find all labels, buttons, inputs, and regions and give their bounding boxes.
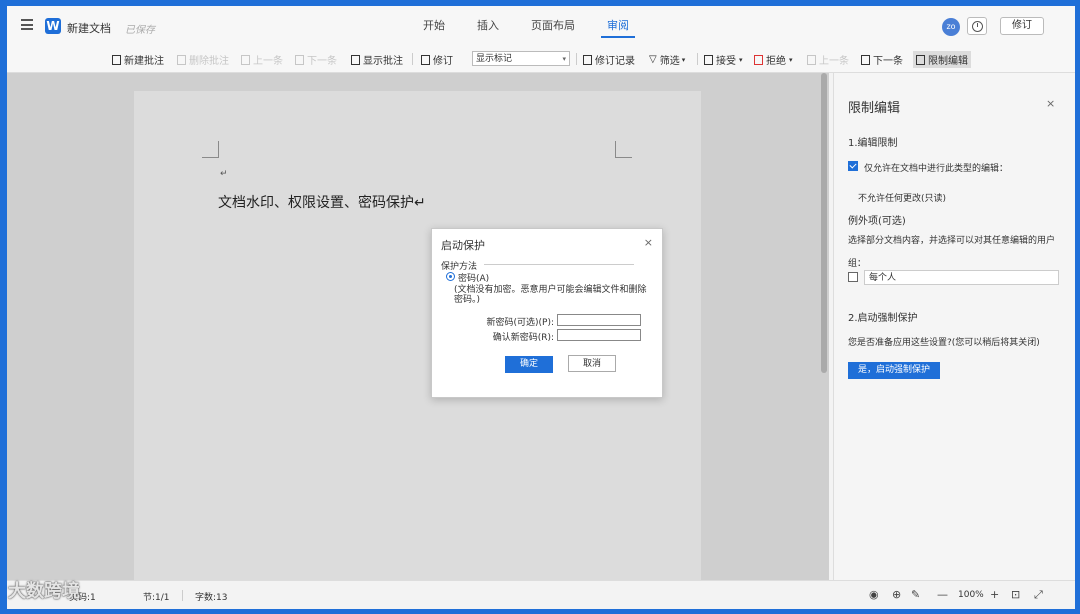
- chevron-down-icon: ▾: [562, 55, 566, 63]
- allow-only-label: 仅允许在文档中进行此类型的编辑：: [864, 164, 1009, 174]
- next-icon: [295, 54, 304, 65]
- edit-mode-value[interactable]: 不允许任何更改(只读): [858, 191, 946, 204]
- chevron-down-icon: ▾: [739, 55, 743, 64]
- tab-page-layout[interactable]: 页面布局: [515, 6, 591, 46]
- revise-icon: [421, 54, 430, 65]
- password-radio[interactable]: [446, 272, 455, 281]
- chevron-down-icon: ▾: [681, 55, 686, 64]
- check-icon: [704, 54, 713, 65]
- word-count[interactable]: 字数:13: [195, 590, 228, 603]
- tab-insert[interactable]: 插入: [461, 6, 515, 46]
- restrict-editing-panel: 限制编辑 × 1.编辑限制 仅允许在文档中进行此类型的编辑： 不允许任何更改(只…: [833, 73, 1075, 580]
- filter-icon: ▽: [649, 54, 657, 65]
- cancel-button[interactable]: 取消: [568, 355, 616, 372]
- markup-display-select[interactable]: 显示标记 ▾: [472, 51, 570, 66]
- section-indicator: 节:1/1: [143, 593, 170, 603]
- status-bar: 页码:1 节:1/1 字数:13 ◉ ⊕ ✎ — 100% + ⊡ ⤢: [7, 580, 1075, 609]
- accept-button[interactable]: 接受 ▾: [704, 52, 743, 67]
- ribbon-tabs: 开始 插入 页面布局 审阅: [407, 6, 645, 46]
- new-password-input[interactable]: [557, 314, 641, 326]
- margin-marker: [202, 141, 219, 158]
- exceptions-title: 例外项(可选): [848, 216, 906, 227]
- prev-change-button[interactable]: 上一条: [807, 52, 849, 67]
- history-button[interactable]: [967, 17, 987, 35]
- clock-icon: [972, 21, 983, 32]
- title-bar: W 新建文档 已保存 开始 插入 页面布局 审阅 zo 修订: [7, 6, 1075, 46]
- start-protection-button[interactable]: 是，启动强制保护: [848, 362, 940, 379]
- prev-icon: [807, 54, 816, 65]
- scrollbar[interactable]: [821, 73, 827, 373]
- document-workspace: ↵ 文档水印、权限设置、密码保护↵: [7, 73, 829, 580]
- revise-mode-button[interactable]: 修订: [1000, 17, 1044, 35]
- section-editing-restrictions: 1.编辑限制: [848, 138, 898, 149]
- start-protection-dialog: 启动保护 × 保护方法 密码(A) (文档没有加密。恶意用户可能会编辑文件和删除…: [431, 228, 663, 398]
- filter-button[interactable]: ▽ 筛选 ▾: [649, 52, 685, 67]
- apply-settings-prompt: 您是否准备应用这些设置?(您可以稍后将其关闭): [848, 338, 1040, 348]
- zoom-out-icon[interactable]: —: [937, 588, 948, 601]
- fit-page-icon[interactable]: ⊡: [1011, 588, 1020, 601]
- next-icon: [861, 54, 870, 65]
- comment-icon: [112, 54, 121, 65]
- track-changes-button[interactable]: 修订: [421, 52, 453, 67]
- everyone-group-item[interactable]: 每个人: [864, 270, 1059, 285]
- restrict-editing-button[interactable]: 限制编辑: [913, 51, 971, 68]
- section-enforce-protection: 2.启动强制保护: [848, 313, 918, 324]
- delete-comment-button[interactable]: 删除批注: [177, 52, 229, 67]
- reject-button[interactable]: 拒绝 ▾: [754, 52, 793, 67]
- revision-record-button[interactable]: 修订记录: [583, 52, 635, 67]
- close-icon[interactable]: ×: [644, 236, 653, 249]
- group-label: 组：: [848, 259, 867, 269]
- fullscreen-icon[interactable]: ⤢: [1034, 588, 1043, 602]
- exceptions-description: 选择部分文档内容，并选择可以对其任意编辑的用户: [848, 236, 1056, 246]
- globe-icon[interactable]: ⊕: [892, 588, 901, 601]
- save-status: 已保存: [125, 25, 155, 36]
- paragraph-mark: ↵: [220, 169, 228, 179]
- prev-comment-button[interactable]: 上一条: [241, 52, 283, 67]
- watermark-logo: 大数跨境: [8, 581, 80, 602]
- app-window: W 新建文档 已保存 开始 插入 页面布局 审阅 zo 修订 新建批注 删除批注…: [7, 6, 1075, 609]
- reject-icon: [754, 54, 763, 65]
- review-toolbar: 新建批注 删除批注 上一条 下一条 显示批注 修订 显示标记 ▾ 修订记录 ▽ 筛选…: [7, 46, 1075, 73]
- confirm-password-label: 确认新密码(R):: [492, 333, 554, 343]
- show-comments-icon: [351, 54, 360, 65]
- allow-only-checkbox[interactable]: [848, 161, 858, 171]
- everyone-checkbox[interactable]: [848, 272, 858, 282]
- divider: [484, 264, 634, 265]
- delete-comment-icon: [177, 54, 186, 65]
- next-change-button[interactable]: 下一条: [861, 52, 903, 67]
- toolbar-divider: [412, 53, 413, 65]
- password-radio-label[interactable]: 密码(A): [458, 271, 489, 284]
- tab-review[interactable]: 审阅: [591, 6, 645, 46]
- eye-icon[interactable]: ◉: [869, 588, 879, 601]
- ok-button[interactable]: 确定: [505, 356, 553, 373]
- panel-title: 限制编辑: [848, 101, 901, 116]
- dialog-title: 启动保护: [441, 239, 485, 252]
- zoom-level: 100%: [958, 590, 984, 600]
- margin-marker: [615, 141, 632, 158]
- close-icon[interactable]: ×: [1046, 97, 1055, 110]
- avatar[interactable]: zo: [942, 18, 960, 36]
- tab-start[interactable]: 开始: [407, 6, 461, 46]
- status-divider: [182, 590, 183, 601]
- zoom-in-icon[interactable]: +: [990, 588, 999, 601]
- next-comment-button[interactable]: 下一条: [295, 52, 337, 67]
- record-icon: [583, 54, 592, 65]
- prev-icon: [241, 54, 250, 65]
- show-comments-button[interactable]: 显示批注: [351, 52, 403, 67]
- app-logo: W: [45, 18, 61, 34]
- doc-title[interactable]: 新建文档: [67, 20, 111, 36]
- toolbar-divider: [576, 53, 577, 65]
- confirm-password-input[interactable]: [557, 329, 641, 341]
- toolbar-divider: [697, 53, 698, 65]
- new-password-label: 新密码(可选)(P):: [486, 318, 554, 328]
- encryption-note: (文档没有加密。恶意用户可能会编辑文件和删除密码。): [454, 285, 647, 305]
- menu-icon[interactable]: [21, 19, 33, 30]
- pen-icon[interactable]: ✎: [911, 588, 920, 601]
- chevron-down-icon: ▾: [789, 55, 793, 64]
- new-comment-button[interactable]: 新建批注: [112, 52, 164, 67]
- document-text[interactable]: 文档水印、权限设置、密码保护↵: [218, 192, 426, 212]
- restrict-icon: [916, 54, 925, 65]
